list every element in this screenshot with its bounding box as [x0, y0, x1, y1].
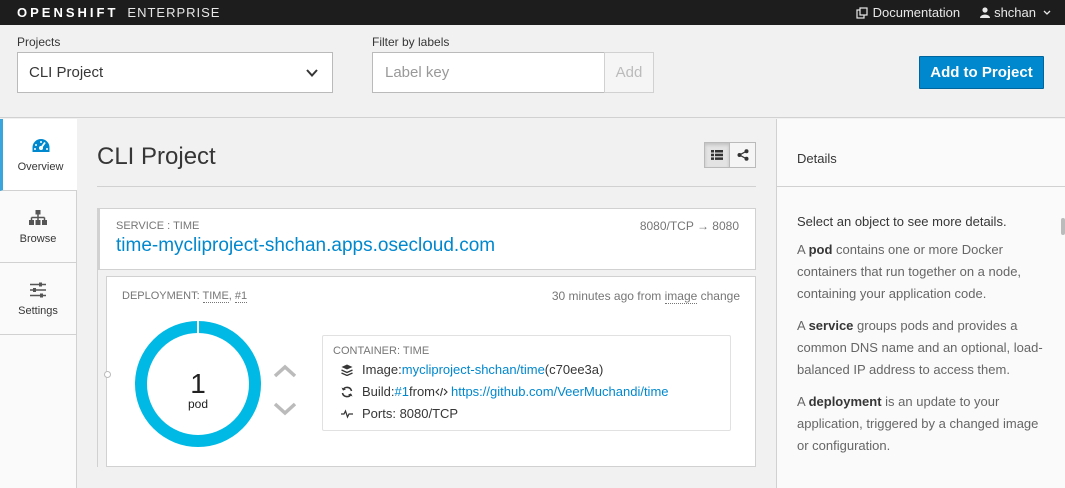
deployment-time-prefix: 30 minutes ago from: [551, 289, 665, 303]
sliders-icon: [30, 282, 46, 297]
label-key-input[interactable]: Label key: [372, 52, 605, 93]
scale-up-icon[interactable]: [273, 363, 297, 379]
details-panel: Details Select an object to see more det…: [776, 119, 1065, 488]
code-icon: [435, 387, 448, 396]
project-select[interactable]: CLI Project: [17, 52, 333, 93]
projects-label: Projects: [17, 35, 61, 49]
brand-logo[interactable]: OPENSHIFT ENTERPRISE: [17, 5, 220, 20]
deployment-label-prefix: DEPLOYMENT:: [122, 290, 203, 302]
service-card: SERVICE : TIME 8080/TCP → 8080 time-mycl…: [97, 208, 756, 270]
brand-edition: ENTERPRISE: [127, 5, 221, 20]
main-content: CLI Project SERVICE : TIME 8080/TCP → 80…: [77, 119, 776, 488]
details-body: Select an object to see more details. A …: [797, 211, 1052, 467]
deployment-card: DEPLOYMENT: TIME, #1 30 minutes ago from…: [104, 276, 756, 467]
user-name: shchan: [994, 5, 1036, 20]
label-key-placeholder: Label key: [385, 64, 450, 81]
details-lead: Select an object to see more details.: [797, 214, 1007, 229]
details-deployment-paragraph: A deployment is an update to your applic…: [797, 391, 1052, 457]
image-label: Image:: [362, 362, 402, 377]
container-details: CONTAINER: TIME Image: mycliproject-shch…: [322, 335, 731, 431]
sidebar-item-label: Settings: [18, 304, 58, 317]
service-route-link[interactable]: time-mycliproject-shchan.apps.osecloud.c…: [116, 235, 495, 257]
documentation-label: Documentation: [872, 5, 961, 20]
sidebar-item-label: Browse: [19, 232, 57, 245]
share-icon: [737, 149, 748, 161]
external-link-icon: [856, 6, 868, 19]
details-service-paragraph: A service groups pods and provides a com…: [797, 315, 1052, 381]
top-navbar: OPENSHIFT ENTERPRISE Documentation shcha…: [0, 0, 1065, 25]
build-label: Build:: [362, 384, 395, 399]
build-repo-link[interactable]: https://github.com/VeerMuchandi/time: [451, 384, 669, 399]
container-build-row: Build: #1 from https://github.com/VeerMu…: [341, 384, 669, 399]
deployment-term: deployment: [808, 394, 882, 409]
page-title: CLI Project: [97, 143, 216, 170]
user-menu[interactable]: shchan: [980, 5, 1051, 20]
container-image-row: Image: mycliproject-shchan/time (c70ee3a…: [341, 362, 603, 377]
filter-labels-label: Filter by labels: [372, 35, 450, 49]
project-select-value: CLI Project: [29, 64, 104, 81]
container-ports-row: Ports: 8080/TCP: [341, 406, 458, 421]
sitemap-icon: [29, 209, 47, 225]
article-a: A: [797, 318, 809, 333]
deployment-label: DEPLOYMENT: TIME, #1: [122, 290, 248, 303]
add-label-button[interactable]: Add: [604, 52, 654, 93]
deployment-separator: ,: [228, 290, 235, 302]
service-term: service: [808, 318, 854, 333]
add-to-project-button[interactable]: Add to Project: [919, 56, 1044, 89]
build-number-link[interactable]: #1: [395, 384, 409, 399]
card-rail: [97, 270, 106, 467]
chevron-down-icon: [1043, 10, 1051, 15]
view-toggle: [704, 142, 756, 168]
article-a: A: [797, 394, 809, 409]
pod-term: pod: [808, 242, 833, 257]
layers-icon: [341, 364, 353, 376]
deployment-name-link[interactable]: TIME: [202, 290, 229, 303]
ports-text: Ports: 8080/TCP: [362, 406, 459, 421]
details-divider: [777, 186, 1065, 187]
article-a: A: [797, 242, 809, 257]
details-title: Details: [797, 151, 837, 166]
user-icon: [980, 7, 991, 18]
deployment-trigger: image: [664, 289, 698, 304]
list-icon: [711, 150, 723, 160]
deployment-version-link[interactable]: #1: [234, 290, 248, 303]
title-divider: [97, 186, 756, 187]
sidebar-item-settings[interactable]: Settings: [0, 263, 76, 335]
pod-unit: pod: [187, 397, 209, 411]
sidebar-item-overview[interactable]: Overview: [0, 119, 78, 191]
topology-view-button[interactable]: [730, 142, 756, 168]
brand-name: OPENSHIFT: [17, 5, 119, 20]
service-ports: 8080/TCP → 8080: [639, 219, 739, 233]
deployment-time: 30 minutes ago from image change: [551, 289, 740, 304]
details-scrollbar[interactable]: [1061, 218, 1065, 235]
image-link[interactable]: mycliproject-shchan/time: [402, 362, 545, 377]
scale-down-icon[interactable]: [273, 401, 297, 417]
pulse-icon: [341, 408, 353, 419]
pod-count: 1: [190, 368, 206, 399]
dashboard-icon: [32, 138, 49, 152]
build-from: from: [409, 384, 435, 399]
sidebar-item-browse[interactable]: Browse: [0, 191, 76, 263]
connector-dot: [104, 371, 111, 378]
container-label: CONTAINER: TIME: [333, 345, 430, 357]
refresh-icon: [341, 386, 353, 397]
service-label: SERVICE : TIME: [116, 220, 200, 232]
chevron-down-icon: [306, 69, 318, 77]
sidebar-item-label: Overview: [17, 160, 64, 173]
left-sidebar: Overview Browse Settings: [0, 119, 78, 488]
image-hash: (c70ee3a): [544, 362, 604, 377]
documentation-link[interactable]: Documentation: [856, 5, 960, 20]
list-view-button[interactable]: [704, 142, 730, 168]
details-pod-paragraph: A pod contains one or more Docker contai…: [797, 239, 1052, 305]
deployment-time-suffix: change: [697, 289, 740, 303]
